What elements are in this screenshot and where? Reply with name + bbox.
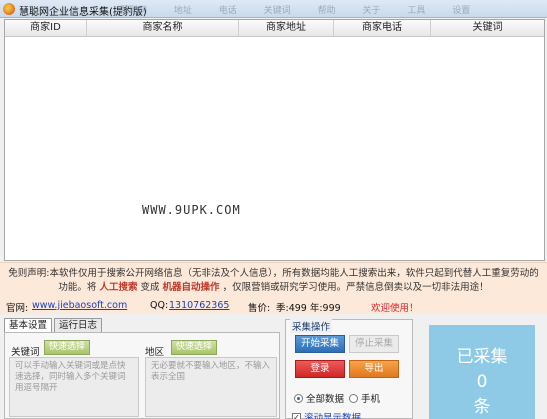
keyword-label: 关键词 (11, 347, 40, 358)
ops-legend: 采集操作 (290, 319, 333, 333)
region-label: 地区 (145, 347, 165, 358)
bg-tab: 关于 (362, 6, 381, 16)
bg-tab: 关键词 (263, 6, 291, 16)
disclaimer-text: 免则声明:本软件仅用于搜索公开网络信息（无非法及个人信息），所有数据均能人工搜索… (6, 267, 541, 295)
price-label: 售价: (248, 303, 271, 314)
region-quick-select-button[interactable]: 快速选择 (171, 340, 217, 355)
radio-selected-icon (294, 393, 303, 403)
app-logo-icon (3, 3, 15, 15)
disclaimer-part: 变成 (140, 282, 160, 293)
watermark-text: WWW.9UPK.COM (142, 203, 241, 217)
keyword-input[interactable]: 可以手动输入关键词或是点快速选择，同时输入多个关键词用逗号隔开 (9, 357, 139, 417)
radio-unselected-icon (349, 393, 358, 403)
counter-label: 已采集 (456, 347, 508, 367)
radio-mobile-label: 手机 (361, 394, 381, 405)
qq-link[interactable]: 1310762365 (169, 300, 229, 311)
background-taskbar: 慧聪网 地址 电话 关键词 帮助 关于 工具 设置 (120, 3, 494, 16)
radio-all-data[interactable]: 全部数据 (294, 391, 344, 405)
tab-basic-settings[interactable]: 基本设置 (4, 318, 53, 332)
region-input[interactable]: 无必要就不要输入地区，不输入表示全国 (145, 357, 277, 417)
keyword-quick-select-button[interactable]: 快速选择 (44, 340, 90, 355)
tab-run-log[interactable]: 运行日志 (54, 318, 103, 332)
disclaimer-part: ，仅限营销或研究学习使用。严禁信息倒卖以及一切非法用途！ (222, 282, 489, 293)
results-table[interactable]: 商家ID 商家名称 商家地址 商家电话 关键词 WWW.9UPK.COM (4, 19, 545, 261)
bg-tab: 慧聪网 (120, 6, 148, 16)
table-header: 商家ID 商家名称 商家地址 商家电话 关键词 (5, 20, 544, 37)
radio-mobile[interactable]: 手机 (349, 391, 380, 405)
settings-tabs: 基本设置 运行日志 (4, 318, 104, 332)
site-link[interactable]: www.jiebaosoft.com (32, 300, 127, 311)
start-collect-button[interactable]: 开始采集 (295, 335, 345, 353)
stop-collect-button[interactable]: 停止采集 (349, 335, 399, 353)
disclaimer-highlight: 机器自动操作 (162, 282, 220, 293)
bg-tab: 工具 (407, 6, 426, 16)
scroll-display-label: 滚动显示数据 (304, 413, 362, 419)
info-bar: 官网: www.jiebaosoft.com QQ: 1310762365 售价… (0, 298, 547, 314)
bg-tab: 地址 (173, 6, 192, 16)
price-value: 季:499 年:999 (276, 303, 341, 314)
checkbox-checked-icon: ✓ (292, 412, 301, 419)
site-label: 官网: (6, 303, 29, 314)
disclaimer-highlight: 人工搜索 (99, 282, 138, 293)
scroll-display-checkbox[interactable]: ✓ 滚动显示数据 (292, 410, 361, 419)
title-bar: 慧聪网企业信息采集(提豹版) 慧聪网 地址 电话 关键词 帮助 关于 工具 设置 (0, 0, 547, 18)
export-button[interactable]: 导出 (349, 360, 399, 378)
login-button[interactable]: 登录 (295, 360, 345, 378)
radio-all-label: 全部数据 (306, 394, 345, 405)
collected-counter: 已采集 0 条 (429, 325, 535, 419)
column-header-id[interactable]: 商家ID (5, 20, 87, 36)
qq-label: QQ: (150, 300, 169, 311)
welcome-text: 欢迎使用！ (371, 303, 419, 314)
bg-tab: 设置 (452, 6, 471, 16)
counter-value: 0 (476, 372, 488, 392)
column-header-keyword[interactable]: 关键词 (431, 20, 544, 36)
column-header-phone[interactable]: 商家电话 (334, 20, 431, 36)
column-header-address[interactable]: 商家地址 (239, 20, 334, 36)
column-header-name[interactable]: 商家名称 (87, 20, 239, 36)
collect-operations-group: 采集操作 开始采集 停止采集 登录 导出 全部数据 手机 ✓ 滚动显示数据 (285, 319, 413, 419)
bg-tab: 帮助 (317, 6, 336, 16)
settings-panel: 关键词 快速选择 可以手动输入关键词或是点快速选择，同时输入多个关键词用逗号隔开… (4, 332, 280, 419)
bg-tab: 电话 (218, 6, 237, 16)
counter-unit: 条 (473, 397, 491, 417)
